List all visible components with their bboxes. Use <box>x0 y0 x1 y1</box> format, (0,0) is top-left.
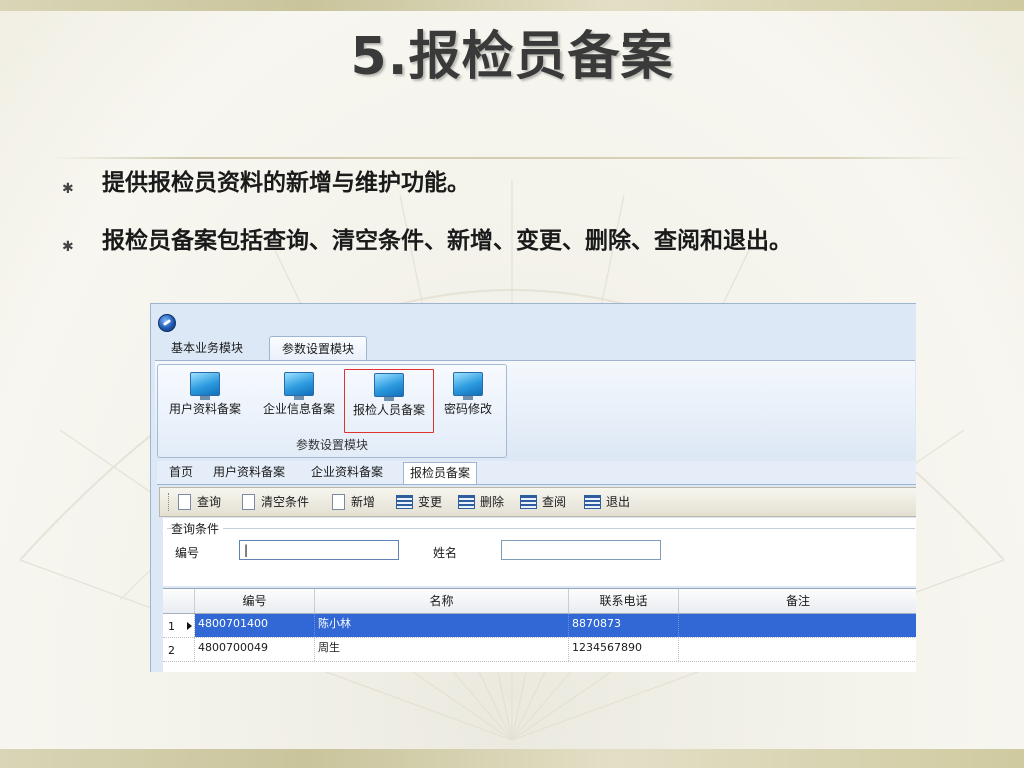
monitor-icon <box>190 372 220 400</box>
ribbon-button-label: 企业信息备案 <box>262 402 335 416</box>
bullet-item: ✱ 提供报检员资料的新增与维护功能。 <box>62 166 982 224</box>
bullet-text: 报检员备案包括查询、清空条件、新增、变更、删除、查阅和退出。 <box>102 228 792 254</box>
grid-header: 编号 名称 联系电话 备注 <box>163 589 916 614</box>
toolbar-grip[interactable] <box>168 493 171 511</box>
query-button[interactable]: 查询 <box>178 492 221 512</box>
bullet-asterisk-icon: ✱ <box>62 181 74 197</box>
modify-button[interactable]: 变更 <box>396 492 442 512</box>
cell-phone[interactable]: 1234567890 <box>569 638 679 661</box>
company-info-record-button[interactable]: 企业信息备案 <box>256 369 342 431</box>
ribbon-tab-basic[interactable]: 基本业务模块 <box>159 336 255 360</box>
list-icon <box>584 494 601 509</box>
ribbon-group-params: 用户资料备案 企业信息备案 报检人员备案 密码修改 参数设置模块 <box>157 364 507 458</box>
id-label: 编号 <box>175 546 200 560</box>
cell-phone[interactable]: 8870873 <box>569 614 679 637</box>
cell-name[interactable]: 陈小林 <box>315 614 569 637</box>
app-window-screenshot: 基本业务模块 参数设置模块 用户资料备案 企业信息备案 报检人员备案 密码修改 … <box>150 303 916 672</box>
bullet-list: ✱ 提供报检员资料的新增与维护功能。 ✱ 报检员备案包括查询、清空条件、新增、变… <box>62 166 982 282</box>
change-password-button[interactable]: 密码修改 <box>436 369 500 431</box>
app-logo-icon[interactable] <box>158 314 176 332</box>
document-icon <box>332 493 345 510</box>
name-label: 姓名 <box>433 546 458 560</box>
document-icon <box>242 493 255 510</box>
row-index: 2 <box>163 638 195 661</box>
ribbon-button-label: 报检人员备案 <box>352 403 425 417</box>
monitor-icon <box>453 372 483 400</box>
ribbon-button-label: 密码修改 <box>443 402 492 416</box>
cell-id[interactable]: 4800700049 <box>195 638 315 661</box>
inspector-record-button[interactable]: 报检人员备案 <box>344 369 434 433</box>
cell-note[interactable] <box>679 638 916 661</box>
table-row[interactable]: 2 4800700049 周生 1234567890 <box>163 638 916 662</box>
bullet-text: 提供报检员资料的新增与维护功能。 <box>102 170 470 196</box>
action-toolbar: 查询 清空条件 新增 变更 删除 查阅 退出 <box>159 487 916 517</box>
query-conditions-panel: 查询条件 编号 姓名 <box>163 518 916 586</box>
document-icon <box>178 493 191 510</box>
bullet-asterisk-icon: ✱ <box>62 239 74 255</box>
tab-company-info[interactable]: 企业资料备案 <box>305 462 389 483</box>
monitor-icon <box>284 372 314 400</box>
column-header-id[interactable]: 编号 <box>195 589 315 613</box>
title-divider <box>50 157 972 159</box>
row-indicator-header <box>163 589 195 613</box>
exit-button[interactable]: 退出 <box>584 492 630 512</box>
bottom-decor-band <box>0 749 1024 768</box>
current-row-arrow-icon <box>187 622 192 630</box>
document-tab-bar: 首页 用户资料备案 企业资料备案 报检员备案 <box>157 461 916 485</box>
query-legend: 查询条件 <box>171 520 224 537</box>
list-icon <box>458 494 475 509</box>
view-button[interactable]: 查阅 <box>520 492 566 512</box>
list-icon <box>396 494 413 509</box>
add-button[interactable]: 新增 <box>332 492 375 512</box>
table-row[interactable]: 1 4800701400 陈小林 8870873 <box>163 614 916 638</box>
top-decor-band <box>0 0 1024 11</box>
id-input[interactable] <box>239 540 399 560</box>
list-icon <box>520 494 537 509</box>
ribbon-button-label: 用户资料备案 <box>168 402 241 416</box>
name-input[interactable] <box>501 540 661 560</box>
monitor-icon <box>374 373 404 401</box>
column-header-name[interactable]: 名称 <box>315 589 569 613</box>
cell-name[interactable]: 周生 <box>315 638 569 661</box>
cell-id[interactable]: 4800701400 <box>195 614 315 637</box>
ribbon-panel: 用户资料备案 企业信息备案 报检人员备案 密码修改 参数设置模块 <box>155 360 915 459</box>
ribbon-group-label: 参数设置模块 <box>295 438 368 452</box>
slide-title: 5.报检员备案 <box>350 27 674 87</box>
tab-user-info[interactable]: 用户资料备案 <box>207 462 291 483</box>
results-grid: 编号 名称 联系电话 备注 1 4800701400 陈小林 8870873 2… <box>163 588 916 672</box>
column-header-phone[interactable]: 联系电话 <box>569 589 679 613</box>
column-header-note[interactable]: 备注 <box>679 589 916 613</box>
clear-conditions-button[interactable]: 清空条件 <box>242 492 309 512</box>
delete-button[interactable]: 删除 <box>458 492 504 512</box>
bullet-item: ✱ 报检员备案包括查询、清空条件、新增、变更、删除、查阅和退出。 <box>62 224 982 282</box>
ribbon-tab-params[interactable]: 参数设置模块 <box>269 336 368 361</box>
user-info-record-button[interactable]: 用户资料备案 <box>162 369 248 431</box>
cell-note[interactable] <box>679 614 916 637</box>
tab-inspector-record[interactable]: 报检员备案 <box>403 462 478 484</box>
tab-home[interactable]: 首页 <box>163 462 199 483</box>
